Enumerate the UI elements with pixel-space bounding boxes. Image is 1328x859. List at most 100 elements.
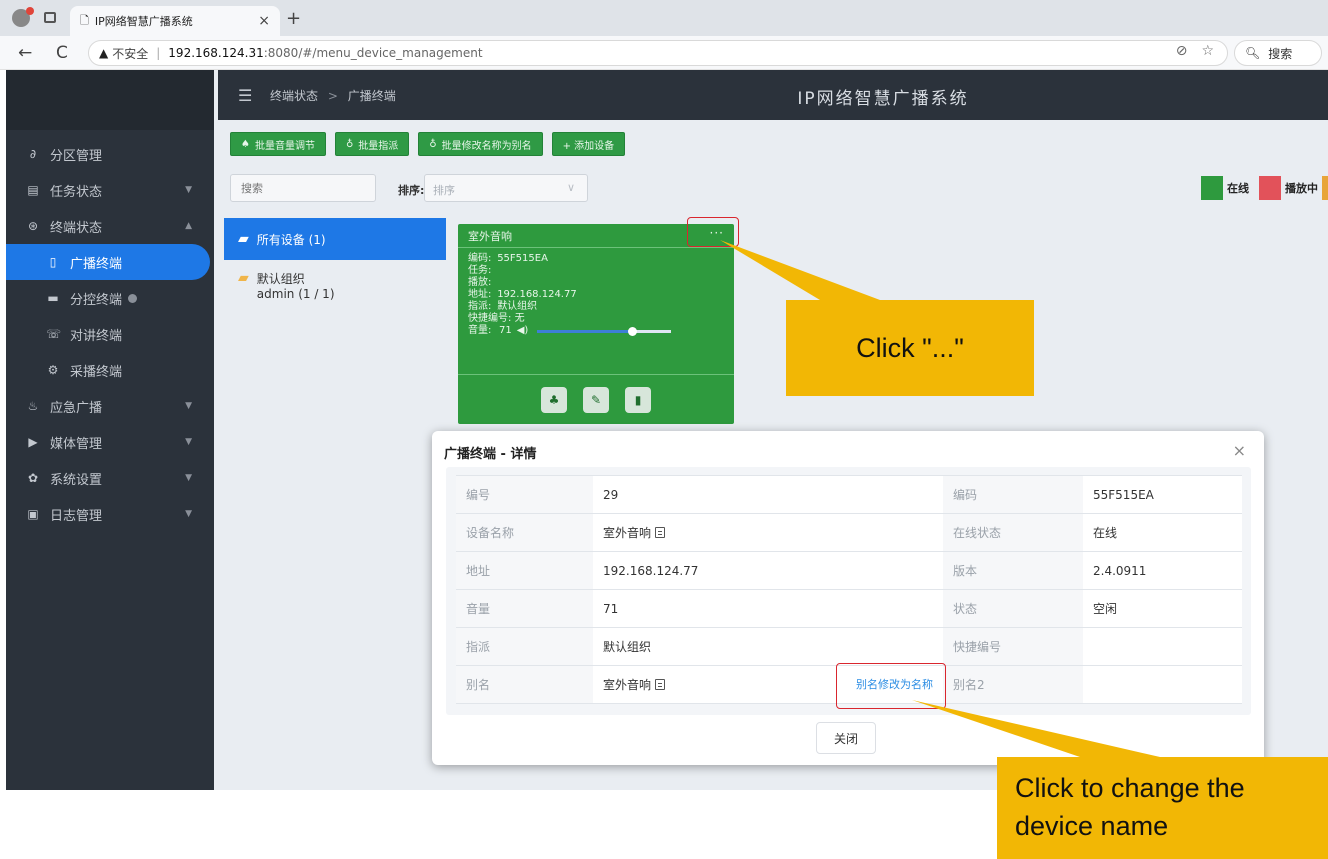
sidebar-item-broadcast[interactable]: ▯ 广播终端 — [6, 244, 210, 280]
detail-key: 快捷编号 — [943, 627, 1083, 666]
sidebar-item-log[interactable]: ▣ 日志管理 ▼ — [6, 496, 214, 532]
sidebar-item-monitor[interactable]: ▬ 分控终端 — [6, 280, 214, 316]
status-legend: 在线 播放中 — [1197, 176, 1328, 200]
alias-value: 室外音响 — [603, 678, 652, 692]
detail-key: 指派 — [456, 627, 593, 666]
volume-slider[interactable] — [537, 326, 672, 336]
address-bar: ← C ▲ 不安全 | 192.168.124.31 :8080/#/menu_… — [0, 36, 1328, 70]
detail-key: 别名 — [456, 665, 593, 704]
sidebar-item-label: 媒体管理 — [50, 436, 103, 452]
sidebar-header — [6, 70, 214, 130]
sidebar-item-label: 终端状态 — [50, 220, 103, 236]
broadcast-icon: ▯ — [49, 255, 57, 269]
device-card-actions: ♣ ✎ ▮ — [458, 374, 734, 424]
sort-placeholder: 排序 — [433, 184, 455, 197]
device-volume: 71 — [499, 325, 512, 336]
batch-assign-button[interactable]: ♁ 批量指派 — [334, 132, 410, 156]
detail-value — [1083, 665, 1242, 704]
detail-value: 空闲 — [1083, 589, 1242, 628]
capture-icon: ⚙ — [47, 363, 59, 377]
sidebar-item-label: 对讲终端 — [70, 328, 123, 344]
terminal-icon: ⊛ — [27, 219, 39, 233]
detail-value-cell: 室外音响 — [593, 513, 943, 552]
sidebar-item-intercom[interactable]: ☏ 对讲终端 — [6, 316, 214, 352]
browser-search-label: 搜索 — [1268, 46, 1293, 61]
modal-title: 广播终端 - 详情 — [444, 447, 537, 462]
detail-key: 编码 — [943, 475, 1083, 514]
link-icon: ∂ — [29, 147, 37, 161]
sidebar-item-capture[interactable]: ⚙ 采播终端 — [6, 352, 214, 388]
device-card[interactable]: 室外音响 ··· 编码: 55F515EA 任务: 播放: 地址: 192.16… — [458, 224, 734, 424]
group-all-devices[interactable]: ▰ 所有设备 (1) — [224, 218, 446, 260]
close-button[interactable]: 关闭 — [816, 722, 876, 754]
monitor-button[interactable]: ♣ — [541, 386, 567, 413]
edit-button[interactable]: ✎ — [583, 386, 609, 413]
batch-rename-button[interactable]: ♁ 批量修改名称为别名 — [418, 132, 543, 156]
url-path: :8080/#/menu_device_management — [263, 46, 483, 60]
search-icon: 🔍︎ — [1245, 46, 1261, 60]
code-label: 编码: — [468, 253, 492, 264]
group-default[interactable]: ▰ 默认组织 admin (1 / 1) — [224, 260, 446, 311]
sidebar-item-emergency[interactable]: ♨ 应急广播 ▼ — [6, 388, 214, 424]
task-label: 任务: — [468, 265, 492, 276]
url-field[interactable]: ▲ 不安全 | 192.168.124.31 :8080/#/menu_devi… — [88, 40, 1228, 66]
favorite-icon[interactable]: ☆ — [1201, 43, 1228, 59]
intercom-icon: ☏ — [46, 327, 62, 341]
url-host: 192.168.124.31 — [168, 46, 264, 60]
media-icon: ▶ — [28, 435, 38, 449]
people-icon: ♣ — [548, 392, 560, 407]
translate-icon[interactable]: ⊘ — [1176, 43, 1202, 59]
detail-value: 默认组织 — [593, 627, 943, 666]
table-row: 地址 192.168.124.77 版本 2.4.0911 — [456, 551, 1242, 590]
legend-playing: 播放中 — [1285, 182, 1318, 195]
chevron-down-icon: ∨ — [566, 181, 575, 194]
add-device-button[interactable]: + 添加设备 — [551, 132, 626, 156]
pencil-icon: ✎ — [590, 392, 602, 407]
sidebar-item-label: 采播终端 — [70, 364, 123, 380]
sidebar-item-label: 分区管理 — [50, 148, 103, 164]
detail-key: 音量 — [456, 589, 593, 628]
delete-button[interactable]: ▮ — [625, 386, 651, 413]
sort-select[interactable]: 排序 ∨ — [424, 174, 588, 202]
detail-value: 192.168.124.77 — [593, 551, 943, 590]
search-input[interactable] — [230, 174, 376, 202]
new-tab-button[interactable]: + — [286, 8, 301, 29]
chevron-down-icon: ▼ — [185, 437, 192, 447]
detail-key: 编号 — [456, 475, 593, 514]
sidebar-item-task[interactable]: ▤ 任务状态 ▼ — [6, 172, 214, 208]
speaker-icon: ◀) — [516, 325, 529, 336]
table-row: 编号 29 编码 55F515EA — [456, 475, 1242, 514]
tab-actions-icon[interactable] — [44, 12, 56, 23]
sidebar-item-label: 日志管理 — [50, 508, 103, 524]
sidebar-item-terminal[interactable]: ⊛ 终端状态 ▲ — [6, 208, 214, 244]
browser-tab[interactable]: 🗋 IP网络智慧广播系统 × — [70, 6, 280, 36]
sidebar-menu: ∂ 分区管理 ▤ 任务状态 ▼ ⊛ 终端状态 ▲ ▯ 广播终端 ▬ 分控终端 ☏… — [6, 130, 214, 532]
batch-volume-button[interactable]: ♠ 批量音量调节 — [230, 132, 326, 156]
browser-search[interactable]: 🔍︎ 搜索 — [1234, 40, 1322, 66]
group-name: 默认组织 — [256, 272, 305, 286]
copy-icon[interactable] — [655, 679, 666, 690]
button-label: 批量音量调节 — [254, 140, 315, 152]
sidebar-item-label: 系统设置 — [50, 472, 103, 488]
close-icon[interactable]: × — [1233, 441, 1246, 460]
table-row: 音量 71 状态 空闲 — [456, 589, 1242, 628]
task-icon: ▤ — [27, 183, 39, 197]
rename-icon: ♁ — [429, 138, 437, 150]
assign-label: 指派: — [468, 301, 492, 312]
reload-button[interactable]: C — [56, 43, 68, 63]
sidebar-item-zone[interactable]: ∂ 分区管理 — [6, 136, 214, 172]
warning-icon: ▲ — [99, 46, 109, 60]
sidebar-item-settings[interactable]: ✿ 系统设置 ▼ — [6, 460, 214, 496]
tab-close-icon[interactable]: × — [258, 13, 270, 29]
group-count: admin (1 / 1) — [256, 287, 335, 301]
device-detail-modal: 广播终端 - 详情 × 编号 29 编码 55F515EA 设备名称 室外音响 … — [432, 431, 1264, 765]
sidebar-item-media[interactable]: ▶ 媒体管理 ▼ — [6, 424, 214, 460]
chevron-up-icon: ▲ — [185, 221, 192, 231]
volume-knob[interactable] — [628, 326, 638, 336]
online-swatch — [1201, 176, 1223, 200]
profile-icon[interactable] — [12, 7, 34, 27]
volume-label: 音量: — [468, 325, 492, 336]
back-button[interactable]: ← — [18, 43, 32, 63]
copy-icon[interactable] — [655, 527, 666, 538]
trash-icon: ▮ — [634, 392, 642, 407]
